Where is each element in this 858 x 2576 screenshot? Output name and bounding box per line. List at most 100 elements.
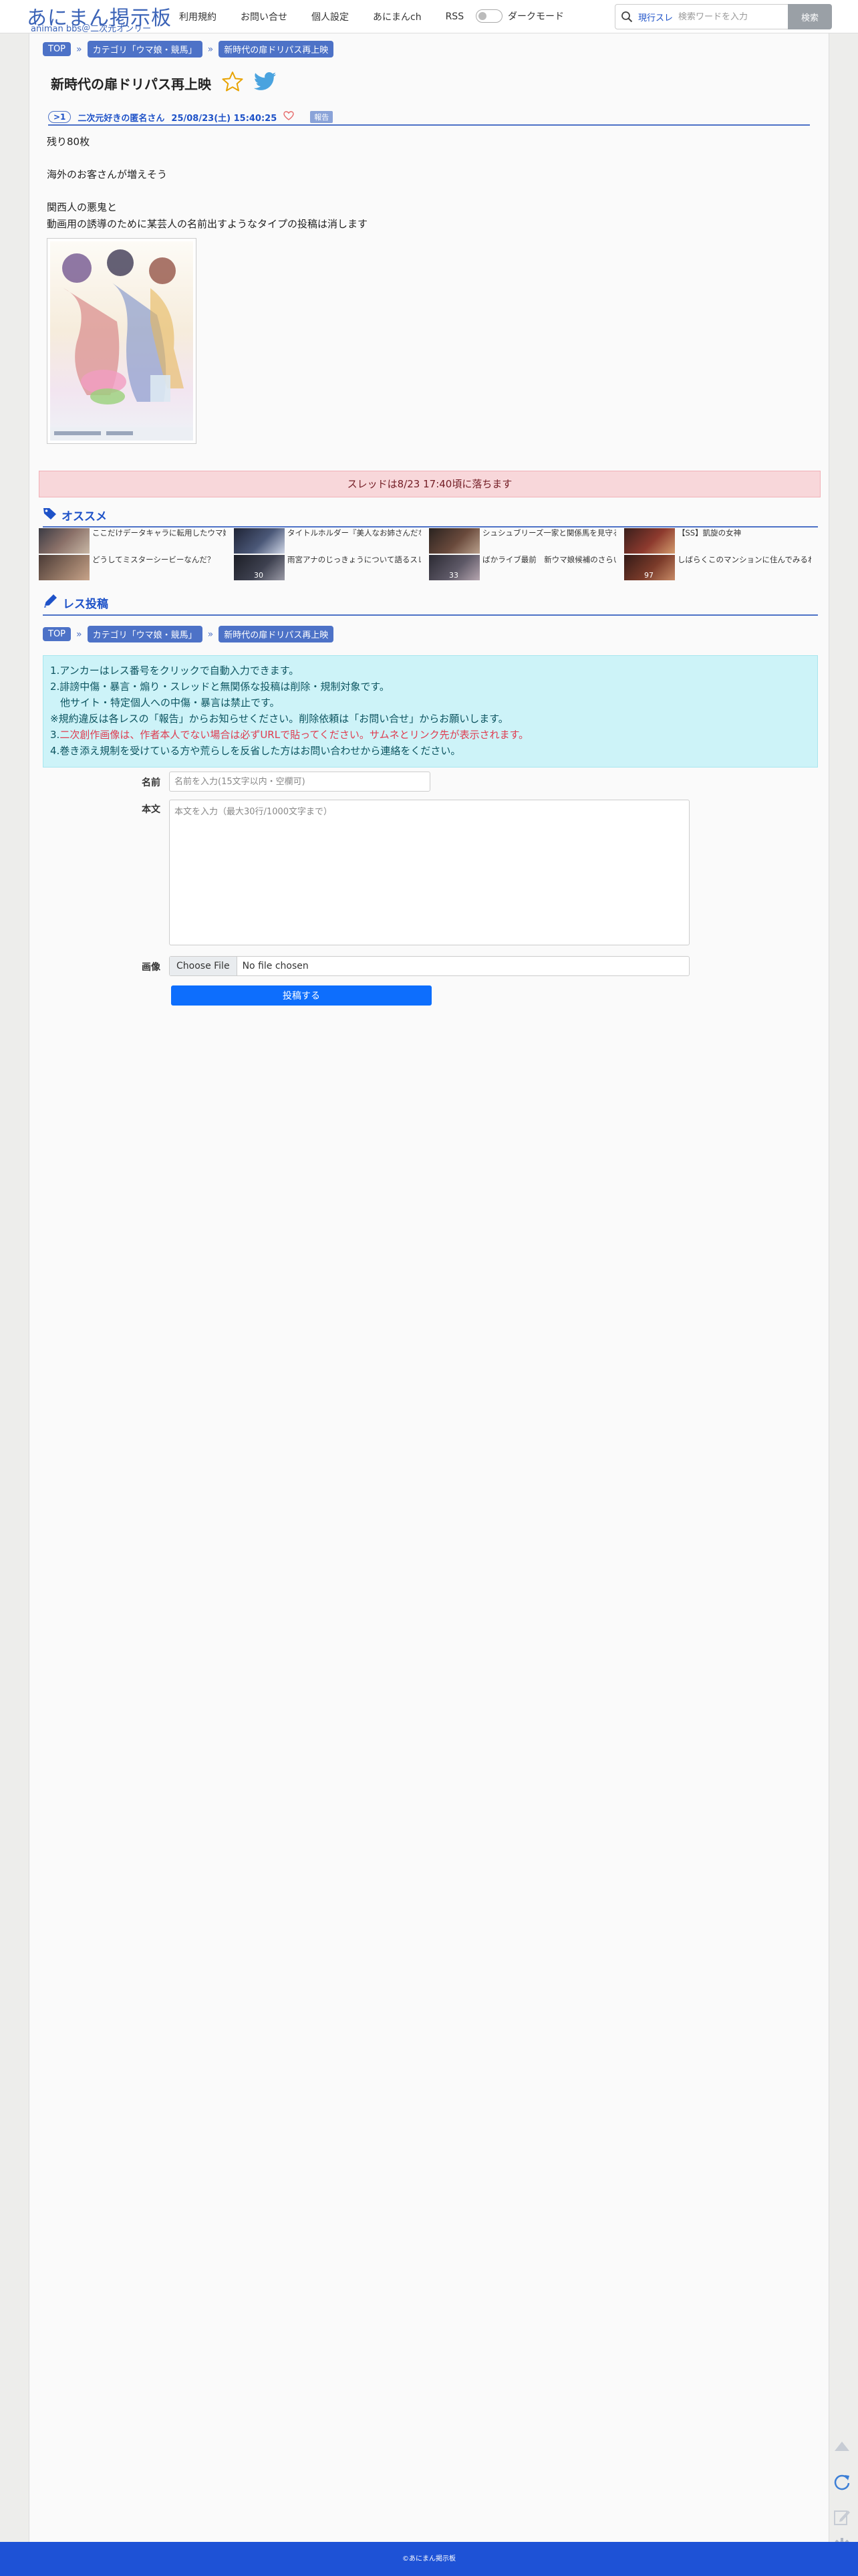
breadcrumb-top[interactable]: TOP [43, 627, 72, 641]
recommend-title-text: 【SS】凱旋の女神 [678, 528, 742, 538]
nav-animanch[interactable]: あにまんch [373, 10, 422, 23]
search-button[interactable]: 検索 [788, 4, 832, 29]
post-image [50, 241, 193, 441]
breadcrumb: TOP » カテゴリ「ウマ娘・競馬」 » 新時代の扉ドリパス再上映 [43, 41, 334, 57]
recommend-item[interactable]: 30 雨宮アナのじっきょうについて語るスレ [234, 555, 421, 580]
reply-count: 33 [449, 571, 458, 580]
post-line [47, 183, 368, 200]
choose-file-button[interactable]: Choose File [170, 957, 237, 975]
search-scope-select[interactable]: 現行スレ [638, 11, 673, 23]
breadcrumb-separator: » [207, 43, 214, 55]
pencil-icon [43, 594, 59, 612]
post-header: >1 二次元好きの匿名さん 25/08/23(土) 15:40:25 報告 [48, 110, 810, 126]
reload-button[interactable] [829, 2470, 855, 2495]
breadcrumb-bottom: TOP » カテゴリ「ウマ娘・競馬」 » 新時代の扉ドリパス再上映 [43, 626, 334, 642]
reply-count: 97 [644, 571, 654, 580]
recommend-title-text: シュシュブリーズ一家と関係馬を見守るスレ21 [482, 528, 616, 538]
nav-rss[interactable]: RSS [446, 11, 464, 22]
recommend-thumbnail [234, 528, 285, 554]
recommend-title-text: どうしてミスターシービーなんだ？ [92, 555, 215, 564]
rule-text: 他サイト・特定個人への中傷・暴言は禁止です。 [50, 697, 280, 709]
reply-heading: レス投稿 [43, 594, 818, 616]
nav-contact[interactable]: お問い合せ [241, 10, 287, 23]
nav-terms[interactable]: 利用規約 [179, 10, 217, 23]
breadcrumb-thread[interactable]: 新時代の扉ドリパス再上映 [219, 41, 334, 57]
recommend-thumbnail [39, 555, 90, 580]
post-line: 残り80枚 [47, 136, 90, 148]
body-textarea[interactable] [169, 800, 690, 945]
recommend-item[interactable]: どうしてミスターシービーなんだ？ [39, 555, 226, 580]
thread-header: 新時代の扉ドリパス再上映 [51, 71, 277, 95]
favorite-star-icon[interactable] [222, 71, 243, 95]
breadcrumb-category[interactable]: カテゴリ「ウマ娘・競馬」 [87, 626, 202, 642]
name-field[interactable] [169, 772, 430, 792]
rule-text: 3. [50, 729, 60, 741]
recommend-title-text: タイトルホルダー『美人なお姉さんだなぁ』 [287, 528, 421, 538]
post-line: 関西人の悪鬼と [47, 201, 118, 213]
reply-title: レス投稿 [63, 598, 108, 611]
darkmode-label: ダークモード [508, 11, 564, 22]
name-label: 名前 [142, 778, 160, 788]
main-nav: 利用規約 お問い合せ 個人設定 あにまんch RSS [179, 0, 488, 33]
breadcrumb-separator: » [76, 43, 82, 55]
body-label: 本文 [142, 804, 160, 815]
recommend-item[interactable]: 【SS】凱旋の女神 [624, 528, 811, 554]
nav-settings[interactable]: 個人設定 [311, 10, 349, 23]
recommend-title-text: しばらくこのマンションに住んでみるねぇ その27.5 [678, 555, 811, 564]
rule-line: 3.二次創作画像は、作者本人でない場合は必ずURLで貼ってください。サムネとリン… [50, 727, 811, 743]
post-line [47, 150, 368, 167]
submit-button[interactable]: 投稿する [171, 985, 432, 1006]
recommend-thumbnail [429, 528, 480, 554]
recommend-item[interactable]: タイトルホルダー『美人なお姉さんだなぁ』 [234, 528, 421, 554]
breadcrumb-category[interactable]: カテゴリ「ウマ娘・競馬」 [87, 41, 202, 57]
breadcrumb-separator: » [207, 628, 214, 640]
rule-line: 1.アンカーはレス番号をクリックで自動入力できます。 [50, 663, 811, 679]
search-input[interactable] [678, 11, 780, 22]
page-title: 新時代の扉ドリパス再上映 [51, 76, 211, 92]
darkmode-switch[interactable]: ダークモード [476, 9, 564, 23]
scroll-top-button[interactable] [829, 2434, 855, 2459]
breadcrumb-thread[interactable]: 新時代の扉ドリパス再上映 [219, 626, 334, 642]
post-image-thumbnail[interactable] [47, 238, 196, 444]
recommend-title-text: ばかライブ最前 新ウマ娘候補のさらいスレ [482, 555, 616, 564]
post-body: 残り80枚 海外のお客さんが増えそう 関西人の悪鬼と 動画用の誘導のために某芸人… [47, 134, 368, 232]
report-button[interactable]: 報告 [310, 111, 333, 123]
main-content: TOP » カテゴリ「ウマ娘・競馬」 » 新時代の扉ドリパス再上映 新時代の扉ド… [29, 33, 829, 2542]
rule-warning-text: 二次創作画像は、作者本人でない場合は必ずURLで貼ってください。サムネとリンク先… [59, 729, 529, 741]
recommend-item[interactable]: ここだけデータキャラに転用したウマ娘 [39, 528, 226, 554]
recommend-thumbnail: 97 [624, 555, 675, 580]
rule-text: 1.アンカーはレス番号をクリックで自動入力できます。 [50, 665, 299, 677]
arrow-up-icon [835, 2442, 849, 2451]
rule-text: 2.誹謗中傷・暴言・煽り・スレッドと無関係な投稿は削除・規制対象です。 [50, 681, 390, 693]
search-icon [615, 5, 638, 29]
recommend-title: オススメ [61, 510, 107, 523]
compose-button[interactable] [829, 2504, 855, 2530]
reply-count: 30 [254, 571, 263, 580]
post-author: 二次元好きの匿名さん [78, 113, 165, 124]
site-logo[interactable]: あにまん掲示板 animan bbs＠二次元オンリー [27, 0, 171, 34]
heart-icon[interactable] [283, 111, 294, 123]
recommend-item[interactable]: 33 ばかライブ最前 新ウマ娘候補のさらいスレ [429, 555, 616, 580]
rule-text: ※規約違反は各レスの「報告」からお知らせください。削除依頼は「お問い合せ」からお… [50, 713, 509, 725]
posting-rules: 1.アンカーはレス番号をクリックで自動入力できます。 2.誹謗中傷・暴言・煽り・ス… [43, 655, 818, 768]
image-file-input[interactable]: Choose File No file chosen [169, 956, 690, 976]
twitter-share-icon[interactable] [253, 72, 277, 94]
recommend-thumbnail: 33 [429, 555, 480, 580]
rule-line: 他サイト・特定個人への中傷・暴言は禁止です。 [50, 695, 811, 711]
recommend-title-text: ここだけデータキャラに転用したウマ娘 [92, 528, 226, 538]
thread-expire-alert: スレッドは8/23 17:40頃に落ちます [39, 471, 821, 497]
recommend-thumbnail: 30 [234, 555, 285, 580]
darkmode-toggle[interactable] [476, 9, 503, 23]
recommend-thumbnail [39, 528, 90, 554]
logo-subtitle: animan bbs＠二次元オンリー [31, 24, 152, 34]
edit-icon [834, 2510, 850, 2525]
image-label: 画像 [142, 962, 160, 973]
breadcrumb-top[interactable]: TOP [43, 42, 72, 56]
recommend-list: ここだけデータキャラに転用したウマ娘 タイトルホルダー『美人なお姉さんだなぁ』 … [39, 528, 821, 584]
site-header: あにまん掲示板 animan bbs＠二次元オンリー 利用規約 お問い合せ 個人… [0, 0, 858, 34]
recommend-item[interactable]: シュシュブリーズ一家と関係馬を見守るスレ21 [429, 528, 616, 554]
res-number[interactable]: >1 [48, 111, 72, 123]
post-line: 海外のお客さんが増えそう [47, 168, 168, 181]
rule-text: 4.巻き添え規制を受けている方や荒らしを反省した方はお問い合わせから連絡をくださ… [50, 745, 461, 757]
recommend-item[interactable]: 97 しばらくこのマンションに住んでみるねぇ その27.5 [624, 555, 811, 580]
